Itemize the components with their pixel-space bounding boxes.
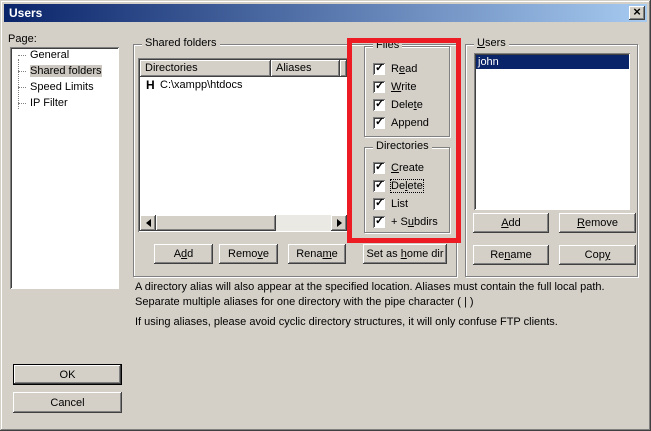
- directory-path: C:\xampp\htdocs: [160, 77, 243, 93]
- page-item-shared-folders[interactable]: Shared folders: [10, 63, 120, 79]
- user-item-john[interactable]: john: [476, 55, 629, 69]
- tree-dash-icon: [18, 103, 26, 104]
- column-header-aliases[interactable]: Aliases: [271, 60, 340, 77]
- tree-dash-icon: [18, 87, 26, 88]
- help-paragraph-aliases: A directory alias will also appear at th…: [135, 280, 640, 310]
- tree-dash-icon: [18, 71, 26, 72]
- checkbox-read[interactable]: ✓ Read: [373, 62, 417, 76]
- window-title: Users: [4, 6, 42, 20]
- column-header-directories[interactable]: Directories: [140, 60, 271, 77]
- checkbox-icon: ✓: [373, 117, 386, 130]
- checkbox-icon: ✓: [373, 198, 386, 211]
- files-group-label: Files: [373, 39, 402, 52]
- page-item-ip-filter[interactable]: IP Filter: [10, 95, 120, 111]
- horizontal-scrollbar[interactable]: [140, 215, 347, 231]
- users-group-label: Users: [474, 37, 509, 50]
- user-add-button[interactable]: Add: [473, 213, 549, 233]
- tree-dash-icon: [18, 55, 26, 56]
- home-flag: H: [140, 77, 160, 93]
- users-list[interactable]: john: [474, 53, 631, 211]
- directories-listview[interactable]: Directories Aliases H C:\xampp\htdocs: [138, 58, 349, 233]
- cancel-button[interactable]: Cancel: [13, 392, 122, 413]
- checkbox-icon: ✓: [373, 180, 386, 193]
- checkbox-append[interactable]: ✓ Append: [373, 116, 429, 130]
- directory-row[interactable]: H C:\xampp\htdocs: [140, 77, 347, 93]
- page-item-speed-limits[interactable]: Speed Limits: [10, 79, 120, 95]
- checkbox-list[interactable]: ✓ List: [373, 197, 408, 211]
- users-dialog: Users × Page: General Shared folders Spe…: [0, 0, 651, 431]
- shared-folders-group-label: Shared folders: [142, 37, 220, 50]
- page-list[interactable]: General Shared folders Speed Limits IP F…: [10, 47, 120, 290]
- shared-add-button[interactable]: Add: [154, 244, 213, 264]
- title-bar[interactable]: Users ×: [4, 4, 647, 22]
- scrollbar-thumb[interactable]: [156, 215, 276, 231]
- checkbox-file-delete[interactable]: ✓ Delete: [373, 98, 423, 112]
- page-label: Page:: [8, 33, 37, 45]
- checkbox-subdirs[interactable]: ✓ + Subdirs: [373, 215, 438, 229]
- directories-permissions-group: Directories ✓ Create ✓ Delete ✓ List ✓ +…: [364, 147, 450, 233]
- checkbox-dir-delete[interactable]: ✓ Delete: [373, 179, 423, 193]
- checkbox-icon: ✓: [373, 81, 386, 94]
- scroll-left-button[interactable]: [140, 215, 156, 231]
- user-remove-button[interactable]: Remove: [559, 213, 636, 233]
- users-group: Users john Add Remove Rename Copy: [465, 44, 638, 277]
- checkbox-icon: ✓: [373, 162, 386, 175]
- checkbox-icon: ✓: [373, 99, 386, 112]
- user-copy-button[interactable]: Copy: [559, 245, 636, 265]
- checkbox-icon: ✓: [373, 63, 386, 76]
- files-permissions-group: Files ✓ Read ✓ Write ✓ Delete ✓ Append: [364, 46, 450, 137]
- close-button[interactable]: ×: [629, 6, 645, 20]
- scroll-right-button[interactable]: [331, 215, 347, 231]
- column-header-filler: [340, 60, 347, 77]
- close-icon: ×: [633, 7, 641, 17]
- scroll-right-icon: [337, 219, 346, 227]
- help-text: A directory alias will also appear at th…: [135, 280, 640, 330]
- help-paragraph-cyclic: If using aliases, please avoid cyclic di…: [135, 315, 640, 330]
- checkbox-icon: ✓: [373, 216, 386, 229]
- scroll-left-icon: [142, 219, 151, 227]
- ok-button[interactable]: OK: [13, 364, 122, 385]
- user-rename-button[interactable]: Rename: [473, 245, 549, 265]
- scrollbar-track[interactable]: [276, 215, 331, 231]
- set-as-home-dir-button[interactable]: Set as home dir: [363, 244, 447, 264]
- shared-remove-button[interactable]: Remove: [219, 244, 278, 264]
- page-item-general[interactable]: General: [10, 47, 120, 63]
- listview-header: Directories Aliases: [140, 60, 347, 77]
- shared-rename-button[interactable]: Rename: [288, 244, 346, 264]
- directories-group-label: Directories: [373, 140, 432, 153]
- checkbox-create[interactable]: ✓ Create: [373, 161, 424, 175]
- checkbox-write[interactable]: ✓ Write: [373, 80, 416, 94]
